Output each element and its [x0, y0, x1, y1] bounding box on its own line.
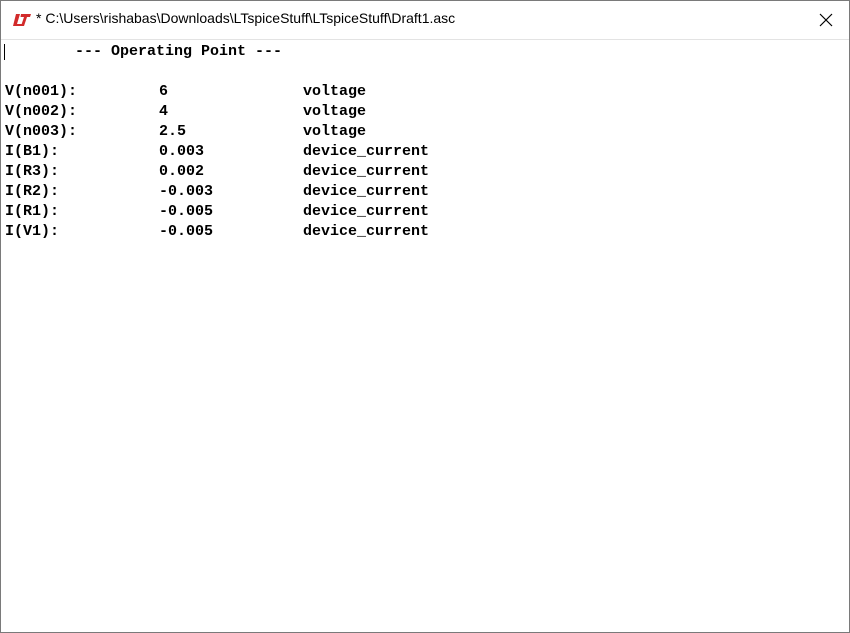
- node-value: 4: [159, 103, 169, 120]
- device-name: I(R3):: [5, 163, 60, 180]
- spice-output-window: * C:\Users\rishabas\Downloads\LTspiceStu…: [0, 0, 850, 633]
- device-value: 0.003: [159, 143, 205, 160]
- device-value: -0.005: [159, 203, 214, 220]
- node-type: voltage: [303, 103, 367, 120]
- close-icon: [819, 13, 833, 27]
- device-value: -0.005: [159, 223, 214, 240]
- window-title: * C:\Users\rishabas\Downloads\LTspiceStu…: [36, 10, 456, 26]
- device-type: device_current: [303, 143, 430, 160]
- device-name: I(V1):: [5, 223, 60, 240]
- device-type: device_current: [303, 203, 430, 220]
- title-bar[interactable]: * C:\Users\rishabas\Downloads\LTspiceStu…: [1, 1, 849, 40]
- device-name: I(B1):: [5, 143, 60, 160]
- ltspice-logo-icon: [13, 14, 31, 26]
- close-button[interactable]: [803, 1, 849, 39]
- operating-point-heading: --- Operating Point ---: [75, 43, 283, 60]
- node-type: voltage: [303, 83, 367, 100]
- device-type: device_current: [303, 223, 430, 240]
- device-type: device_current: [303, 163, 430, 180]
- device-value: 0.002: [159, 163, 205, 180]
- node-name: V(n003):: [5, 123, 78, 140]
- node-name: V(n001):: [5, 83, 78, 100]
- output-text-area[interactable]: --- Operating Point --- V(n001): 6 volta…: [1, 40, 849, 632]
- text-caret: [4, 44, 5, 60]
- device-name: I(R2):: [5, 183, 60, 200]
- device-name: I(R1):: [5, 203, 60, 220]
- node-name: V(n002):: [5, 103, 78, 120]
- node-type: voltage: [303, 123, 367, 140]
- device-value: -0.003: [159, 183, 214, 200]
- node-value: 6: [159, 83, 169, 100]
- node-value: 2.5: [159, 123, 187, 140]
- device-type: device_current: [303, 183, 430, 200]
